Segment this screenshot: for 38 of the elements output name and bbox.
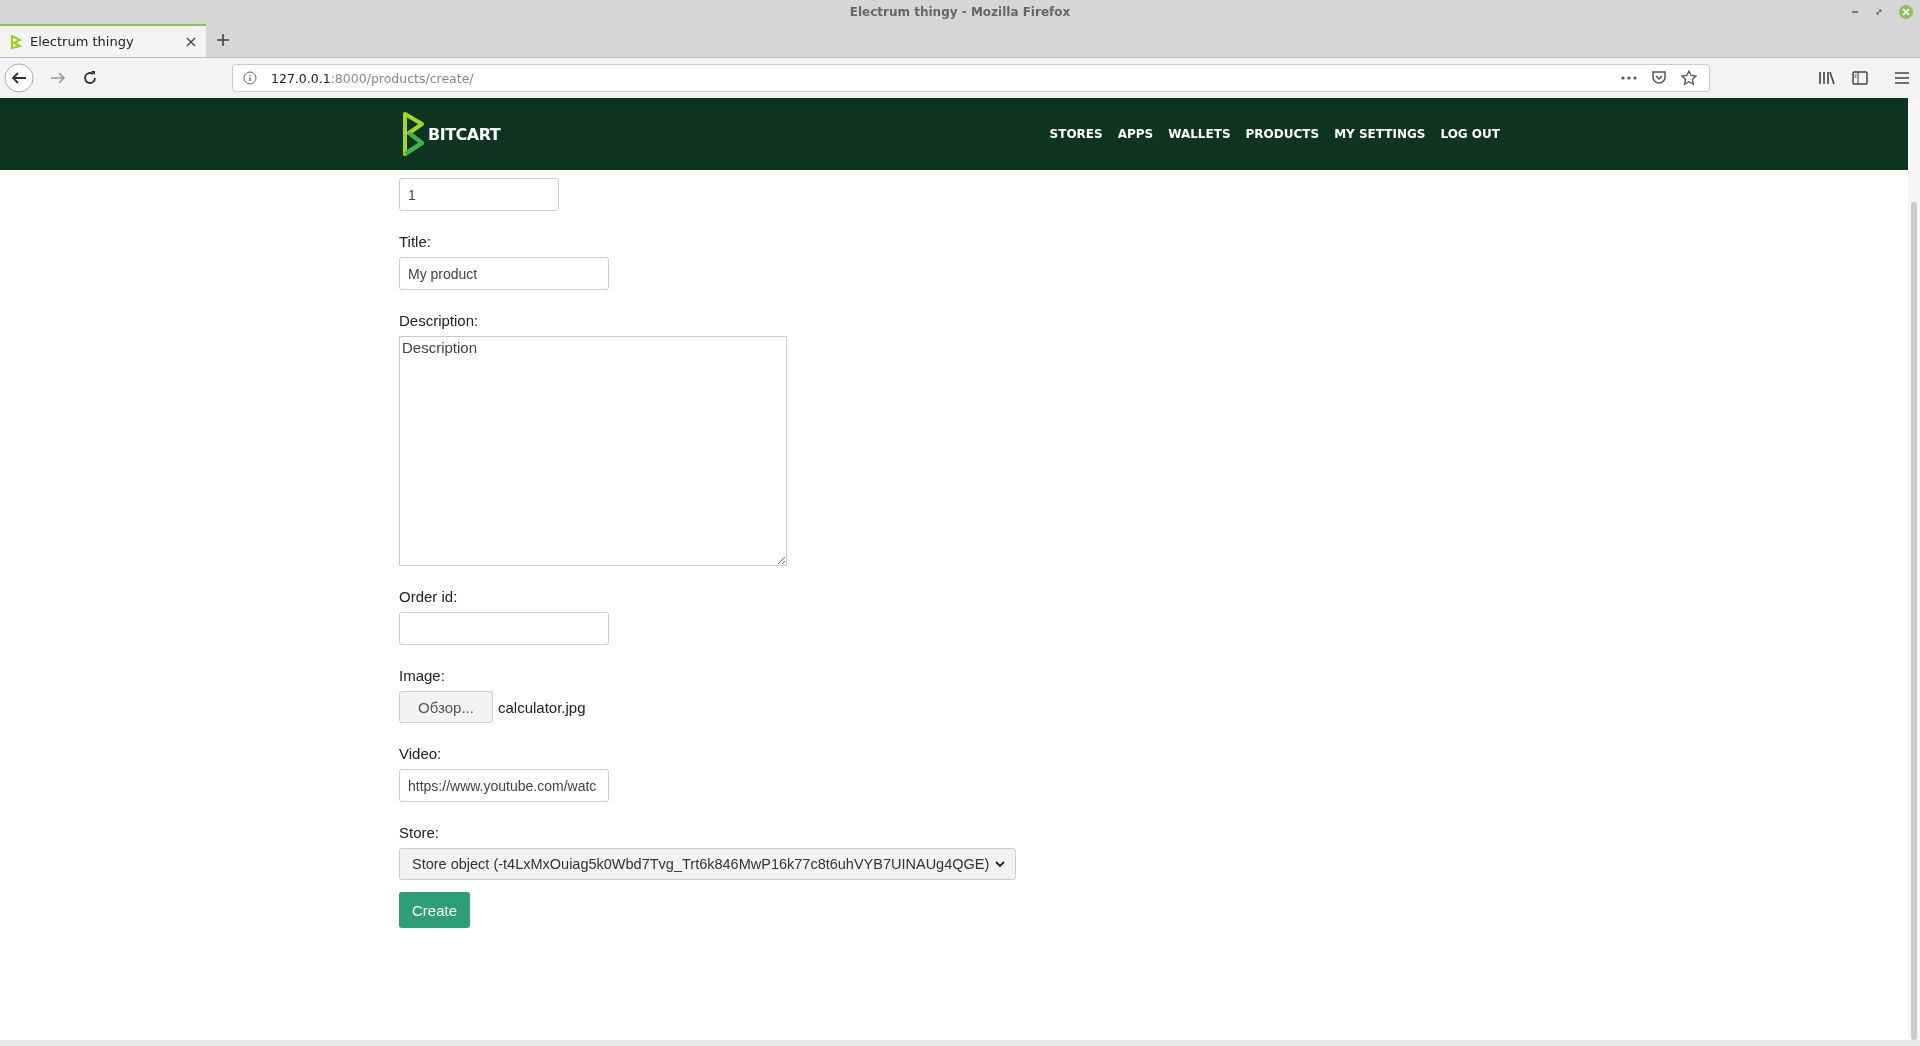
close-icon[interactable] [186, 36, 196, 47]
star-icon[interactable] [1681, 70, 1697, 86]
field-label: Title: [399, 233, 431, 250]
chevron-down-icon [995, 860, 1006, 868]
field-label: Store: [399, 824, 440, 841]
browser-tab[interactable]: Electrum thingy [0, 24, 206, 57]
store-select[interactable]: Store object (-t4LxMxOuiag5k0Wbd7Tvg_Trt6k846MwP16k77c8t6uhVYB7UINAUg4QGE) [399, 848, 1017, 880]
field-label: Image: [399, 667, 445, 684]
new-tab-icon[interactable] [216, 33, 230, 47]
bitcart-logo[interactable]: BITCART [402, 111, 501, 157]
restore-icon[interactable] [1874, 7, 1884, 17]
field-label: Video: [399, 745, 442, 762]
library-icon[interactable] [1818, 70, 1836, 86]
nav-link[interactable]: STORES [1049, 127, 1103, 141]
menu-icon[interactable] [1894, 71, 1910, 85]
nav-link[interactable]: LOG OUT [1440, 127, 1500, 141]
sidebar-icon[interactable] [1852, 71, 1868, 85]
reload-icon[interactable] [82, 70, 98, 86]
file-name: calculator.jpg [498, 698, 586, 716]
text-field[interactable]: https://www.youtube.com/watc [399, 769, 609, 802]
info-icon[interactable] [243, 71, 257, 85]
nav-link[interactable]: MY SETTINGS [1334, 127, 1426, 141]
address-bar[interactable]: 127.0.0.1:8000/products/create/ [232, 64, 1710, 92]
pocket-icon[interactable] [1651, 70, 1667, 86]
forward-arrow-icon[interactable] [50, 71, 66, 85]
browse-button[interactable]: Обзор... [399, 691, 493, 723]
text-field[interactable]: My product [399, 257, 609, 290]
text-field[interactable] [399, 612, 609, 645]
nav-link[interactable]: WALLETS [1168, 127, 1231, 141]
more-dots-icon[interactable] [1621, 76, 1637, 80]
field-label: Description: [399, 312, 479, 329]
window-title: Electrum thingy - Mozilla Firefox [849, 5, 1071, 19]
nav-link[interactable]: APPS [1117, 127, 1154, 141]
number-field[interactable]: 1 [399, 178, 559, 211]
tab-favicon-icon [10, 34, 22, 49]
description-field[interactable]: Description [399, 336, 787, 566]
nav-link[interactable]: PRODUCTS [1245, 127, 1320, 141]
field-label: Order id: [399, 588, 458, 605]
